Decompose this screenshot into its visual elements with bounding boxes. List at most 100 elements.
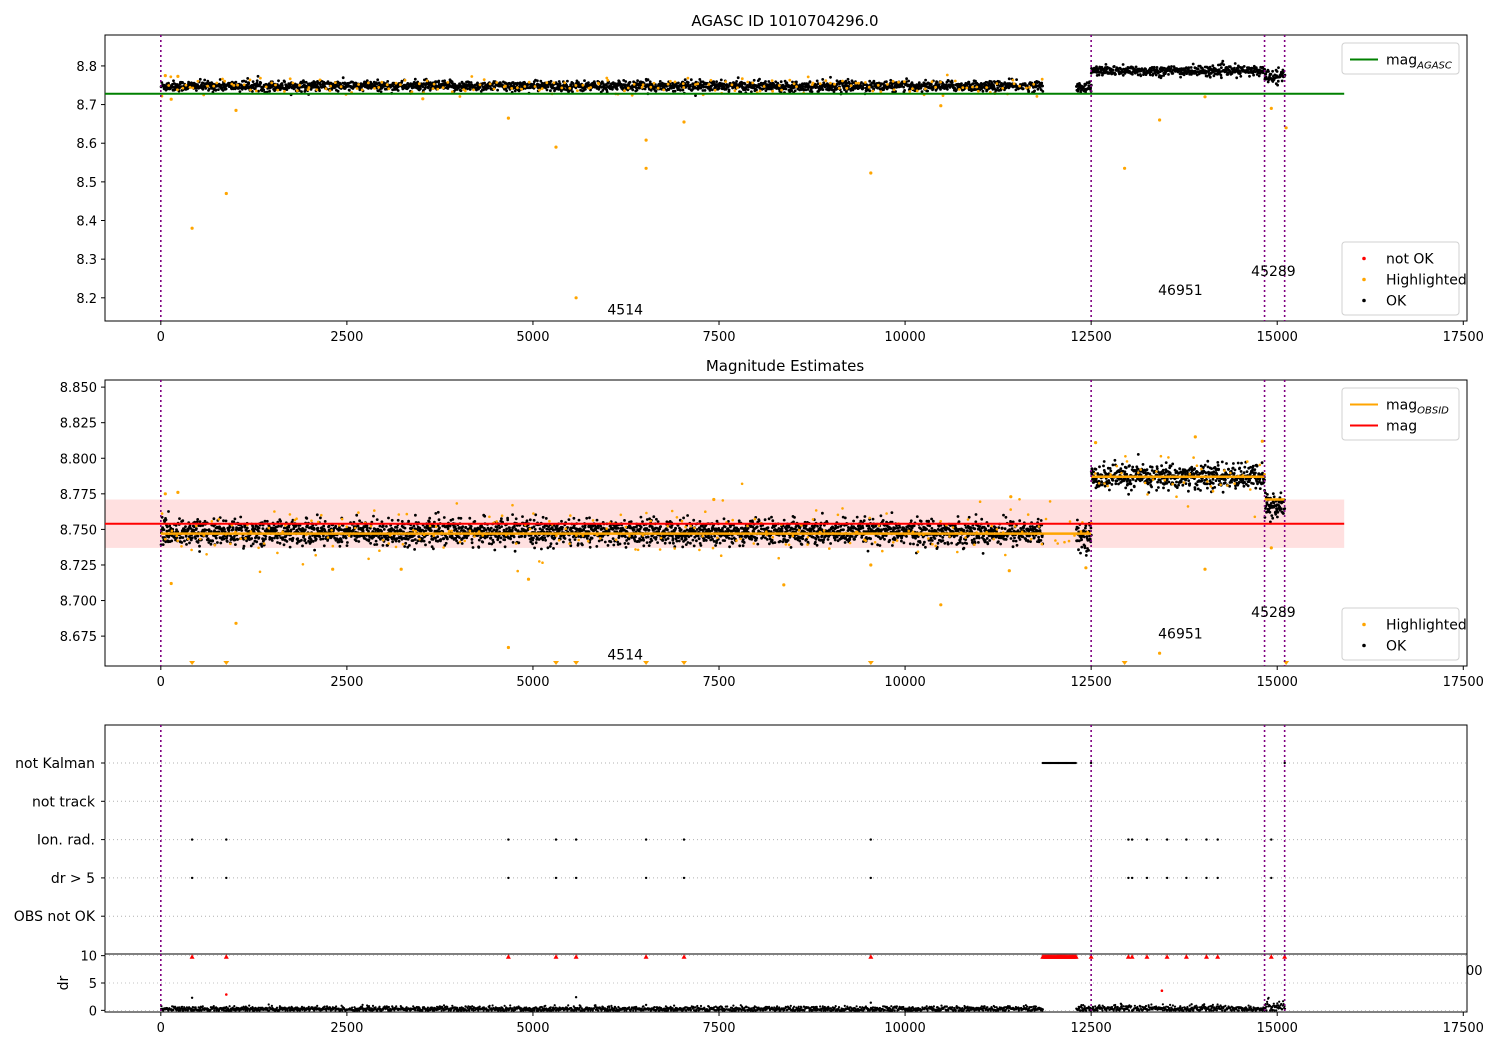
highlighted-point (854, 81, 858, 85)
ok-point (464, 525, 468, 529)
ok-point (181, 536, 185, 539)
ok-point (755, 88, 758, 92)
ok-point (779, 80, 783, 84)
ok-point (496, 88, 499, 92)
ok-point (583, 79, 586, 82)
ok-point (285, 540, 289, 543)
ok-point (1027, 89, 1031, 93)
ok-point (459, 89, 463, 92)
ok-point (222, 537, 226, 541)
ok-point (291, 536, 295, 540)
ok-point (313, 548, 316, 552)
obsid-label: 46951 (1158, 283, 1203, 299)
ok-point (378, 524, 382, 528)
ok-point (183, 539, 186, 543)
legend-dot-swatch (1362, 298, 1366, 303)
highlighted-point (707, 83, 711, 86)
ok-point (188, 524, 192, 528)
ok-point (250, 537, 254, 540)
ok-point (571, 90, 574, 94)
highlighted-point (432, 82, 436, 86)
highlighted-point (908, 90, 912, 93)
ok-point (903, 89, 906, 92)
ok-point (431, 538, 435, 541)
highlighted-point (818, 82, 822, 86)
highlighted-point (339, 85, 343, 89)
legend-label: OK (1386, 294, 1407, 310)
ok-point (534, 541, 538, 545)
ok-point (525, 519, 529, 523)
ok-point (1179, 75, 1182, 79)
ok-point (1271, 69, 1274, 73)
ok-point (618, 542, 622, 546)
ok-point (459, 516, 463, 520)
y-tick-label: 8.4 (76, 215, 97, 230)
highlighted-point (248, 78, 252, 82)
ok-point (681, 545, 685, 549)
highlighted-point (1025, 86, 1028, 90)
ok-point (505, 89, 508, 93)
ok-point (545, 88, 549, 92)
ok-point (211, 539, 215, 543)
ok-point (300, 538, 303, 542)
ok-point (231, 528, 235, 531)
ok-point (1114, 72, 1117, 76)
ok-point (386, 538, 390, 542)
ok-point (654, 89, 658, 93)
ok-point (394, 539, 398, 543)
ok-point (1007, 77, 1011, 81)
ok-point (286, 529, 290, 533)
ok-point (549, 89, 552, 93)
ok-point (902, 85, 905, 89)
ok-point (595, 518, 599, 522)
chart-title: Magnitude Estimates (706, 357, 864, 375)
ok-point (387, 516, 390, 520)
ok-point (967, 80, 971, 84)
highlighted-point (730, 83, 734, 87)
ok-point (536, 79, 539, 83)
ok-point (375, 543, 379, 546)
highlighted-point (777, 84, 781, 87)
ok-point (1219, 73, 1223, 77)
highlighted-point (1123, 166, 1127, 170)
y-tick-label: 8.700 (60, 595, 97, 610)
ok-point (686, 81, 690, 84)
ok-point (386, 80, 390, 83)
highlighted-point (961, 86, 965, 89)
ok-point (512, 535, 516, 539)
ok-point (354, 539, 358, 543)
ok-point (336, 89, 340, 93)
highlighted-point (640, 85, 644, 89)
highlighted-point (606, 78, 610, 82)
ok-point (334, 524, 338, 528)
highlighted-point (270, 81, 274, 85)
highlighted-point (829, 81, 832, 85)
highlighted-point (724, 80, 728, 83)
highlighted-point (897, 80, 900, 84)
ok-point (1121, 63, 1125, 66)
ok-point (246, 77, 250, 80)
y-tick-label: 8.3 (76, 253, 97, 268)
highlighted-point (373, 87, 376, 90)
highlighted-point (196, 79, 200, 83)
ok-point (935, 81, 939, 84)
highlighted-point (841, 79, 844, 83)
highlighted-point (458, 95, 462, 98)
ok-point (590, 536, 594, 540)
ok-point (469, 525, 473, 528)
ok-point (548, 545, 552, 548)
highlighted-point (472, 88, 475, 92)
ok-point (223, 527, 226, 531)
ok-point (603, 540, 607, 544)
ok-point (734, 82, 738, 86)
ok-point (430, 529, 433, 532)
highlighted-point (510, 87, 514, 90)
x-tick-label: 7500 (702, 330, 735, 345)
ok-point (946, 87, 949, 91)
ok-point (1152, 65, 1156, 69)
ok-point (1167, 73, 1170, 76)
highlighted-point (1018, 84, 1021, 88)
ok-point (322, 524, 326, 528)
ok-point (424, 543, 427, 547)
ok-point (184, 534, 188, 538)
